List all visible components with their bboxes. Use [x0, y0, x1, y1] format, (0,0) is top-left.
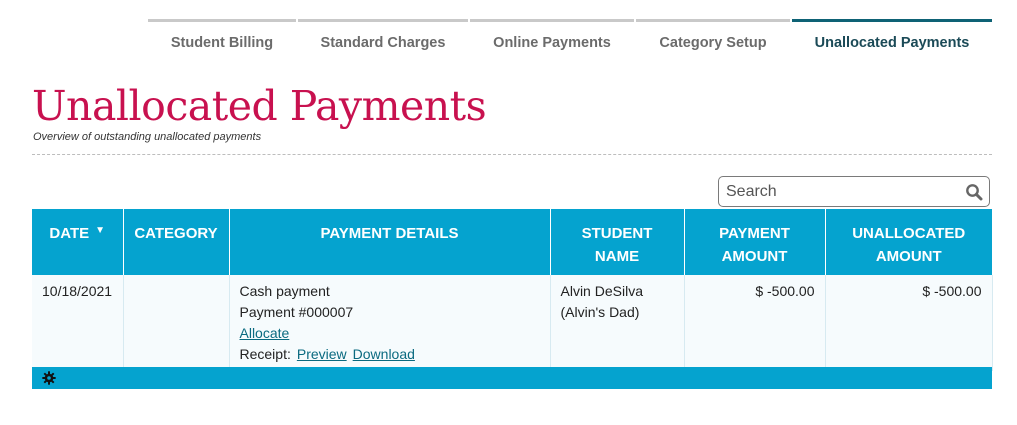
search-box [718, 176, 990, 207]
student-name: Alvin DeSilva [560, 283, 643, 299]
cell-payment-details: Cash payment Payment #000007 Allocate Re… [229, 275, 551, 371]
column-header-label: UNALLOCATED AMOUNT [852, 225, 966, 265]
tab-category-setup[interactable]: Category Setup [636, 19, 790, 63]
table-footer-bar [32, 367, 992, 389]
cell-date: 10/18/2021 [32, 275, 124, 371]
cell-payment-amount: $ -500.00 [684, 275, 826, 371]
column-header-label: CATEGORY [134, 225, 218, 242]
table-row: 10/18/2021 Cash payment Payment #000007 … [32, 275, 993, 371]
tab-student-billing[interactable]: Student Billing [148, 19, 296, 63]
column-header-label: STUDENT NAME [581, 225, 653, 265]
column-header-label: PAYMENT AMOUNT [719, 225, 790, 265]
column-header-date[interactable]: DATE ▼ [32, 209, 124, 275]
payments-table: DATE ▼ CATEGORY PAYMENT DETAILS STUDENT N… [32, 209, 993, 371]
receipt-download-link[interactable]: Download [353, 346, 415, 362]
search-icon[interactable] [965, 183, 983, 201]
receipt-label: Receipt: [239, 346, 291, 362]
gear-icon[interactable] [42, 371, 56, 385]
search-input[interactable] [719, 177, 959, 206]
allocate-link[interactable]: Allocate [240, 325, 290, 341]
sort-desc-icon: ▼ [95, 225, 106, 236]
cell-student-name: Alvin DeSilva (Alvin's Dad) [550, 275, 685, 371]
table-header-row: DATE ▼ CATEGORY PAYMENT DETAILS STUDENT N… [32, 209, 992, 275]
tab-online-payments[interactable]: Online Payments [470, 19, 634, 63]
column-header-unallocated-amount[interactable]: UNALLOCATED AMOUNT [825, 209, 992, 275]
payment-number: Payment #000007 [239, 304, 354, 320]
cell-unallocated-amount: $ -500.00 [825, 275, 993, 371]
column-header-student-name[interactable]: STUDENT NAME [550, 209, 685, 275]
page-title: Unallocated Payments [32, 82, 487, 130]
student-relation: (Alvin's Dad) [560, 304, 640, 320]
column-header-label: PAYMENT DETAILS [320, 225, 459, 242]
column-header-payment-amount[interactable]: PAYMENT AMOUNT [684, 209, 826, 275]
column-header-payment-details[interactable]: PAYMENT DETAILS [229, 209, 551, 275]
cell-category [123, 275, 230, 371]
column-header-category[interactable]: CATEGORY [123, 209, 230, 275]
receipt-row: Receipt: Preview Download [240, 344, 540, 365]
payment-type: Cash payment [239, 283, 330, 299]
tab-bar: Student Billing Standard Charges Online … [148, 19, 992, 63]
divider [32, 154, 992, 155]
column-header-label: DATE [49, 225, 90, 242]
page-subtitle: Overview of outstanding unallocated paym… [33, 131, 262, 143]
receipt-preview-link[interactable]: Preview [297, 346, 347, 362]
tab-unallocated-payments[interactable]: Unallocated Payments [792, 19, 992, 63]
tab-standard-charges[interactable]: Standard Charges [298, 19, 468, 63]
